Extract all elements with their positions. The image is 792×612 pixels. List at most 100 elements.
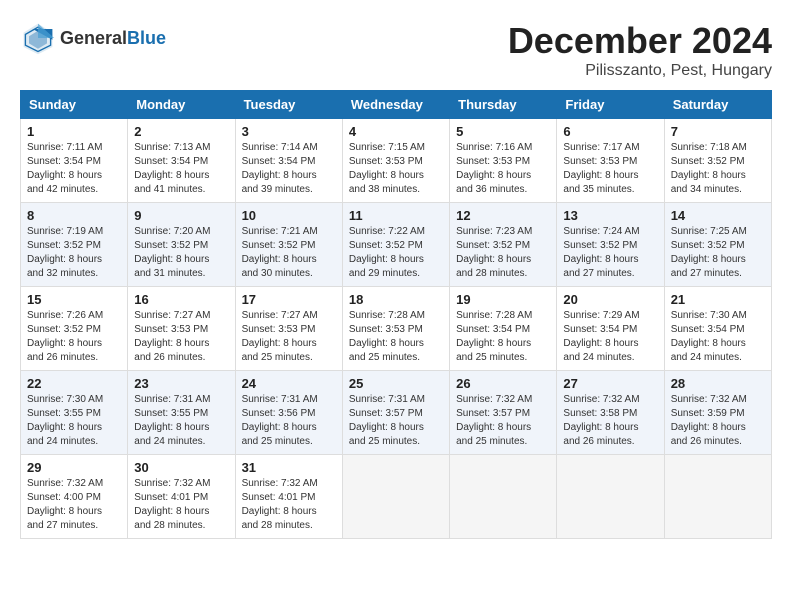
day-info: Sunrise: 7:14 AM Sunset: 3:54 PM Dayligh… <box>242 141 336 197</box>
day-info: Sunrise: 7:11 AM Sunset: 3:54 PM Dayligh… <box>27 141 121 197</box>
empty-cell <box>664 455 771 539</box>
day-number: 24 <box>242 376 336 391</box>
day-info: Sunrise: 7:25 AM Sunset: 3:52 PM Dayligh… <box>671 225 765 281</box>
day-number: 28 <box>671 376 765 391</box>
day-number: 9 <box>134 208 228 223</box>
day-number: 4 <box>349 124 443 139</box>
day-cell-25: 25Sunrise: 7:31 AM Sunset: 3:57 PM Dayli… <box>342 371 449 455</box>
day-number: 23 <box>134 376 228 391</box>
day-info: Sunrise: 7:32 AM Sunset: 4:01 PM Dayligh… <box>242 477 336 533</box>
month-title: December 2024 <box>508 20 772 62</box>
day-info: Sunrise: 7:20 AM Sunset: 3:52 PM Dayligh… <box>134 225 228 281</box>
day-info: Sunrise: 7:31 AM Sunset: 3:55 PM Dayligh… <box>134 393 228 449</box>
day-number: 13 <box>563 208 657 223</box>
day-number: 18 <box>349 292 443 307</box>
day-number: 1 <box>27 124 121 139</box>
day-cell-5: 5Sunrise: 7:16 AM Sunset: 3:53 PM Daylig… <box>450 119 557 203</box>
day-cell-26: 26 Sunrise: 7:32 AM Sunset: 3:57 PM Dayli… <box>450 371 557 455</box>
day-number: 5 <box>456 124 550 139</box>
day-cell-29: 29 Sunrise: 7:32 AM Sunset: 4:00 PM Dayli… <box>21 455 128 539</box>
logo-blue: Blue <box>127 28 166 49</box>
week-row-5: 29 Sunrise: 7:32 AM Sunset: 4:00 PM Dayli… <box>21 455 772 539</box>
weekday-tuesday: Tuesday <box>235 91 342 119</box>
calendar-table: SundayMondayTuesdayWednesdayThursdayFrid… <box>20 90 772 539</box>
location: Pilisszanto, Pest, Hungary <box>508 62 772 80</box>
day-cell-8: 8 Sunrise: 7:19 AM Sunset: 3:52 PM Daylig… <box>21 203 128 287</box>
day-cell-15: 15Sunrise: 7:26 AM Sunset: 3:52 PM Dayli… <box>21 287 128 371</box>
day-info: Sunrise: 7:27 AM Sunset: 3:53 PM Dayligh… <box>242 309 336 365</box>
day-number: 16 <box>134 292 228 307</box>
day-info: Sunrise: 7:32 AM Sunset: 3:59 PM Dayligh… <box>671 393 765 449</box>
day-number: 26 <box>456 376 550 391</box>
week-row-3: 15Sunrise: 7:26 AM Sunset: 3:52 PM Dayli… <box>21 287 772 371</box>
day-info: Sunrise: 7:24 AM Sunset: 3:52 PM Dayligh… <box>563 225 657 281</box>
day-info: Sunrise: 7:32 AM Sunset: 4:00 PM Dayligh… <box>27 477 121 533</box>
day-number: 27 <box>563 376 657 391</box>
weekday-sunday: Sunday <box>21 91 128 119</box>
day-cell-18: 18 Sunrise: 7:28 AM Sunset: 3:53 PM Dayli… <box>342 287 449 371</box>
weekday-wednesday: Wednesday <box>342 91 449 119</box>
day-cell-13: 13 Sunrise: 7:24 AM Sunset: 3:52 PM Dayli… <box>557 203 664 287</box>
title-block: December 2024 Pilisszanto, Pest, Hungary <box>508 20 772 80</box>
day-cell-6: 6Sunrise: 7:17 AM Sunset: 3:53 PM Daylig… <box>557 119 664 203</box>
weekday-header-row: SundayMondayTuesdayWednesdayThursdayFrid… <box>21 91 772 119</box>
weekday-saturday: Saturday <box>664 91 771 119</box>
day-number: 19 <box>456 292 550 307</box>
week-row-2: 8 Sunrise: 7:19 AM Sunset: 3:52 PM Daylig… <box>21 203 772 287</box>
day-number: 29 <box>27 460 121 475</box>
day-cell-17: 17Sunrise: 7:27 AM Sunset: 3:53 PM Dayli… <box>235 287 342 371</box>
calendar-body: 1 Sunrise: 7:11 AM Sunset: 3:54 PM Daylig… <box>21 119 772 539</box>
day-cell-7: 7 Sunrise: 7:18 AM Sunset: 3:52 PM Daylig… <box>664 119 771 203</box>
day-number: 31 <box>242 460 336 475</box>
day-number: 6 <box>563 124 657 139</box>
day-number: 10 <box>242 208 336 223</box>
day-cell-31: 31 Sunrise: 7:32 AM Sunset: 4:01 PM Dayli… <box>235 455 342 539</box>
logo-general: General <box>60 28 127 49</box>
day-cell-24: 24 Sunrise: 7:31 AM Sunset: 3:56 PM Dayli… <box>235 371 342 455</box>
day-cell-9: 9 Sunrise: 7:20 AM Sunset: 3:52 PM Daylig… <box>128 203 235 287</box>
day-info: Sunrise: 7:27 AM Sunset: 3:53 PM Dayligh… <box>134 309 228 365</box>
day-info: Sunrise: 7:32 AM Sunset: 3:57 PM Dayligh… <box>456 393 550 449</box>
calendar-header: SundayMondayTuesdayWednesdayThursdayFrid… <box>21 91 772 119</box>
day-info: Sunrise: 7:32 AM Sunset: 3:58 PM Dayligh… <box>563 393 657 449</box>
day-cell-11: 11Sunrise: 7:22 AM Sunset: 3:52 PM Dayli… <box>342 203 449 287</box>
page-header: General Blue December 2024 Pilisszanto, … <box>20 20 772 80</box>
day-cell-12: 12 Sunrise: 7:23 AM Sunset: 3:52 PM Dayli… <box>450 203 557 287</box>
day-number: 8 <box>27 208 121 223</box>
day-info: Sunrise: 7:28 AM Sunset: 3:53 PM Dayligh… <box>349 309 443 365</box>
day-info: Sunrise: 7:13 AM Sunset: 3:54 PM Dayligh… <box>134 141 228 197</box>
day-info: Sunrise: 7:31 AM Sunset: 3:56 PM Dayligh… <box>242 393 336 449</box>
day-cell-2: 2Sunrise: 7:13 AM Sunset: 3:54 PM Daylig… <box>128 119 235 203</box>
day-info: Sunrise: 7:29 AM Sunset: 3:54 PM Dayligh… <box>563 309 657 365</box>
day-number: 3 <box>242 124 336 139</box>
weekday-thursday: Thursday <box>450 91 557 119</box>
logo: General Blue <box>20 20 166 56</box>
day-info: Sunrise: 7:30 AM Sunset: 3:55 PM Dayligh… <box>27 393 121 449</box>
day-info: Sunrise: 7:32 AM Sunset: 4:01 PM Dayligh… <box>134 477 228 533</box>
day-info: Sunrise: 7:21 AM Sunset: 3:52 PM Dayligh… <box>242 225 336 281</box>
day-cell-3: 3 Sunrise: 7:14 AM Sunset: 3:54 PM Daylig… <box>235 119 342 203</box>
day-cell-20: 20Sunrise: 7:29 AM Sunset: 3:54 PM Dayli… <box>557 287 664 371</box>
day-cell-10: 10 Sunrise: 7:21 AM Sunset: 3:52 PM Dayli… <box>235 203 342 287</box>
day-number: 21 <box>671 292 765 307</box>
day-info: Sunrise: 7:30 AM Sunset: 3:54 PM Dayligh… <box>671 309 765 365</box>
day-cell-28: 28 Sunrise: 7:32 AM Sunset: 3:59 PM Dayli… <box>664 371 771 455</box>
empty-cell <box>557 455 664 539</box>
day-info: Sunrise: 7:22 AM Sunset: 3:52 PM Dayligh… <box>349 225 443 281</box>
day-info: Sunrise: 7:23 AM Sunset: 3:52 PM Dayligh… <box>456 225 550 281</box>
day-info: Sunrise: 7:18 AM Sunset: 3:52 PM Dayligh… <box>671 141 765 197</box>
day-number: 30 <box>134 460 228 475</box>
day-info: Sunrise: 7:15 AM Sunset: 3:53 PM Dayligh… <box>349 141 443 197</box>
day-info: Sunrise: 7:19 AM Sunset: 3:52 PM Dayligh… <box>27 225 121 281</box>
empty-cell <box>450 455 557 539</box>
day-number: 7 <box>671 124 765 139</box>
day-cell-21: 21 Sunrise: 7:30 AM Sunset: 3:54 PM Dayli… <box>664 287 771 371</box>
day-cell-22: 22 Sunrise: 7:30 AM Sunset: 3:55 PM Dayli… <box>21 371 128 455</box>
week-row-1: 1 Sunrise: 7:11 AM Sunset: 3:54 PM Daylig… <box>21 119 772 203</box>
logo-icon <box>20 20 56 56</box>
day-number: 15 <box>27 292 121 307</box>
day-number: 22 <box>27 376 121 391</box>
day-info: Sunrise: 7:31 AM Sunset: 3:57 PM Dayligh… <box>349 393 443 449</box>
day-number: 12 <box>456 208 550 223</box>
day-cell-1: 1 Sunrise: 7:11 AM Sunset: 3:54 PM Daylig… <box>21 119 128 203</box>
